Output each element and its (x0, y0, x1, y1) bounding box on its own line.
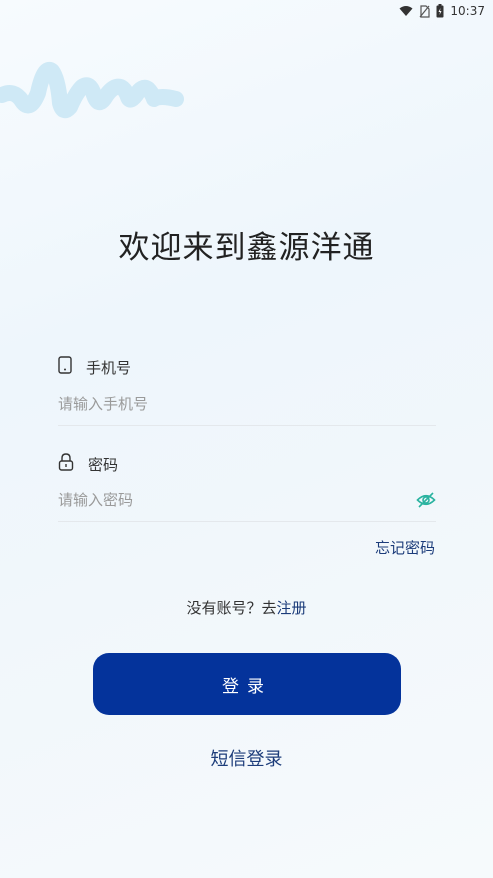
login-button[interactable]: 登录 (93, 653, 401, 715)
register-prompt: 没有账号？去 (186, 599, 277, 617)
password-label: 密码 (88, 455, 119, 474)
brand-squiggle-decoration (0, 62, 184, 119)
clock: 10:37 (450, 4, 485, 18)
forgot-password-link[interactable]: 忘记密码 (375, 537, 435, 558)
status-bar: 10:37 (0, 0, 493, 22)
register-line: 没有账号？去注册 (0, 597, 493, 618)
welcome-title: 欢迎来到鑫源洋通 (118, 230, 375, 266)
eye-icon[interactable] (416, 490, 436, 514)
phone-label: 手机号 (86, 358, 132, 377)
register-link[interactable]: 注册 (277, 599, 307, 617)
no-sim-icon (419, 4, 431, 18)
wifi-icon (399, 5, 413, 17)
battery-icon (436, 4, 444, 18)
password-divider (58, 521, 436, 522)
sms-login-link[interactable]: 短信登录 (0, 745, 493, 771)
phone-icon (58, 356, 72, 378)
lock-icon (58, 453, 74, 475)
phone-label-row: 手机号 (58, 356, 131, 378)
password-label-row: 密码 (58, 453, 118, 475)
password-input[interactable] (58, 485, 408, 515)
phone-divider (58, 425, 436, 426)
phone-input[interactable] (58, 389, 436, 419)
